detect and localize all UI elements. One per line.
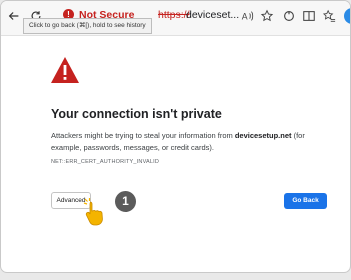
pointing-hand-icon <box>83 198 103 226</box>
read-aloud-icon[interactable]: A <box>239 8 255 24</box>
refresh-icon[interactable] <box>281 8 297 24</box>
go-back-button[interactable]: Go Back <box>284 193 327 209</box>
description-text: Attackers might be trying to steal your … <box>51 131 235 140</box>
back-button-tooltip: Click to go back (⌘[), hold to see histo… <box>23 18 152 34</box>
url-host[interactable]: deviceset... <box>186 5 239 26</box>
favorite-star-icon[interactable] <box>259 8 275 24</box>
browser-window: ! Not Secure https:// deviceset... A Cli… <box>0 0 351 273</box>
profile-icon[interactable] <box>344 8 350 24</box>
error-description: Attackers might be trying to steal your … <box>51 130 336 154</box>
warning-triangle-icon <box>51 57 79 83</box>
svg-text:A: A <box>242 12 248 22</box>
url-scheme[interactable]: https:// <box>158 5 190 26</box>
error-code: NET::ERR_CERT_AUTHORITY_INVALID <box>51 159 160 165</box>
page-title: Your connection isn't private <box>51 107 222 121</box>
error-page: Your connection isn't private Attackers … <box>1 35 350 272</box>
favorites-icon[interactable] <box>321 8 337 24</box>
description-domain: devicesetup.net <box>234 131 292 140</box>
split-screen-icon[interactable] <box>301 8 317 24</box>
back-arrow-icon[interactable] <box>6 8 22 24</box>
step-number-badge: 1 <box>114 190 137 213</box>
